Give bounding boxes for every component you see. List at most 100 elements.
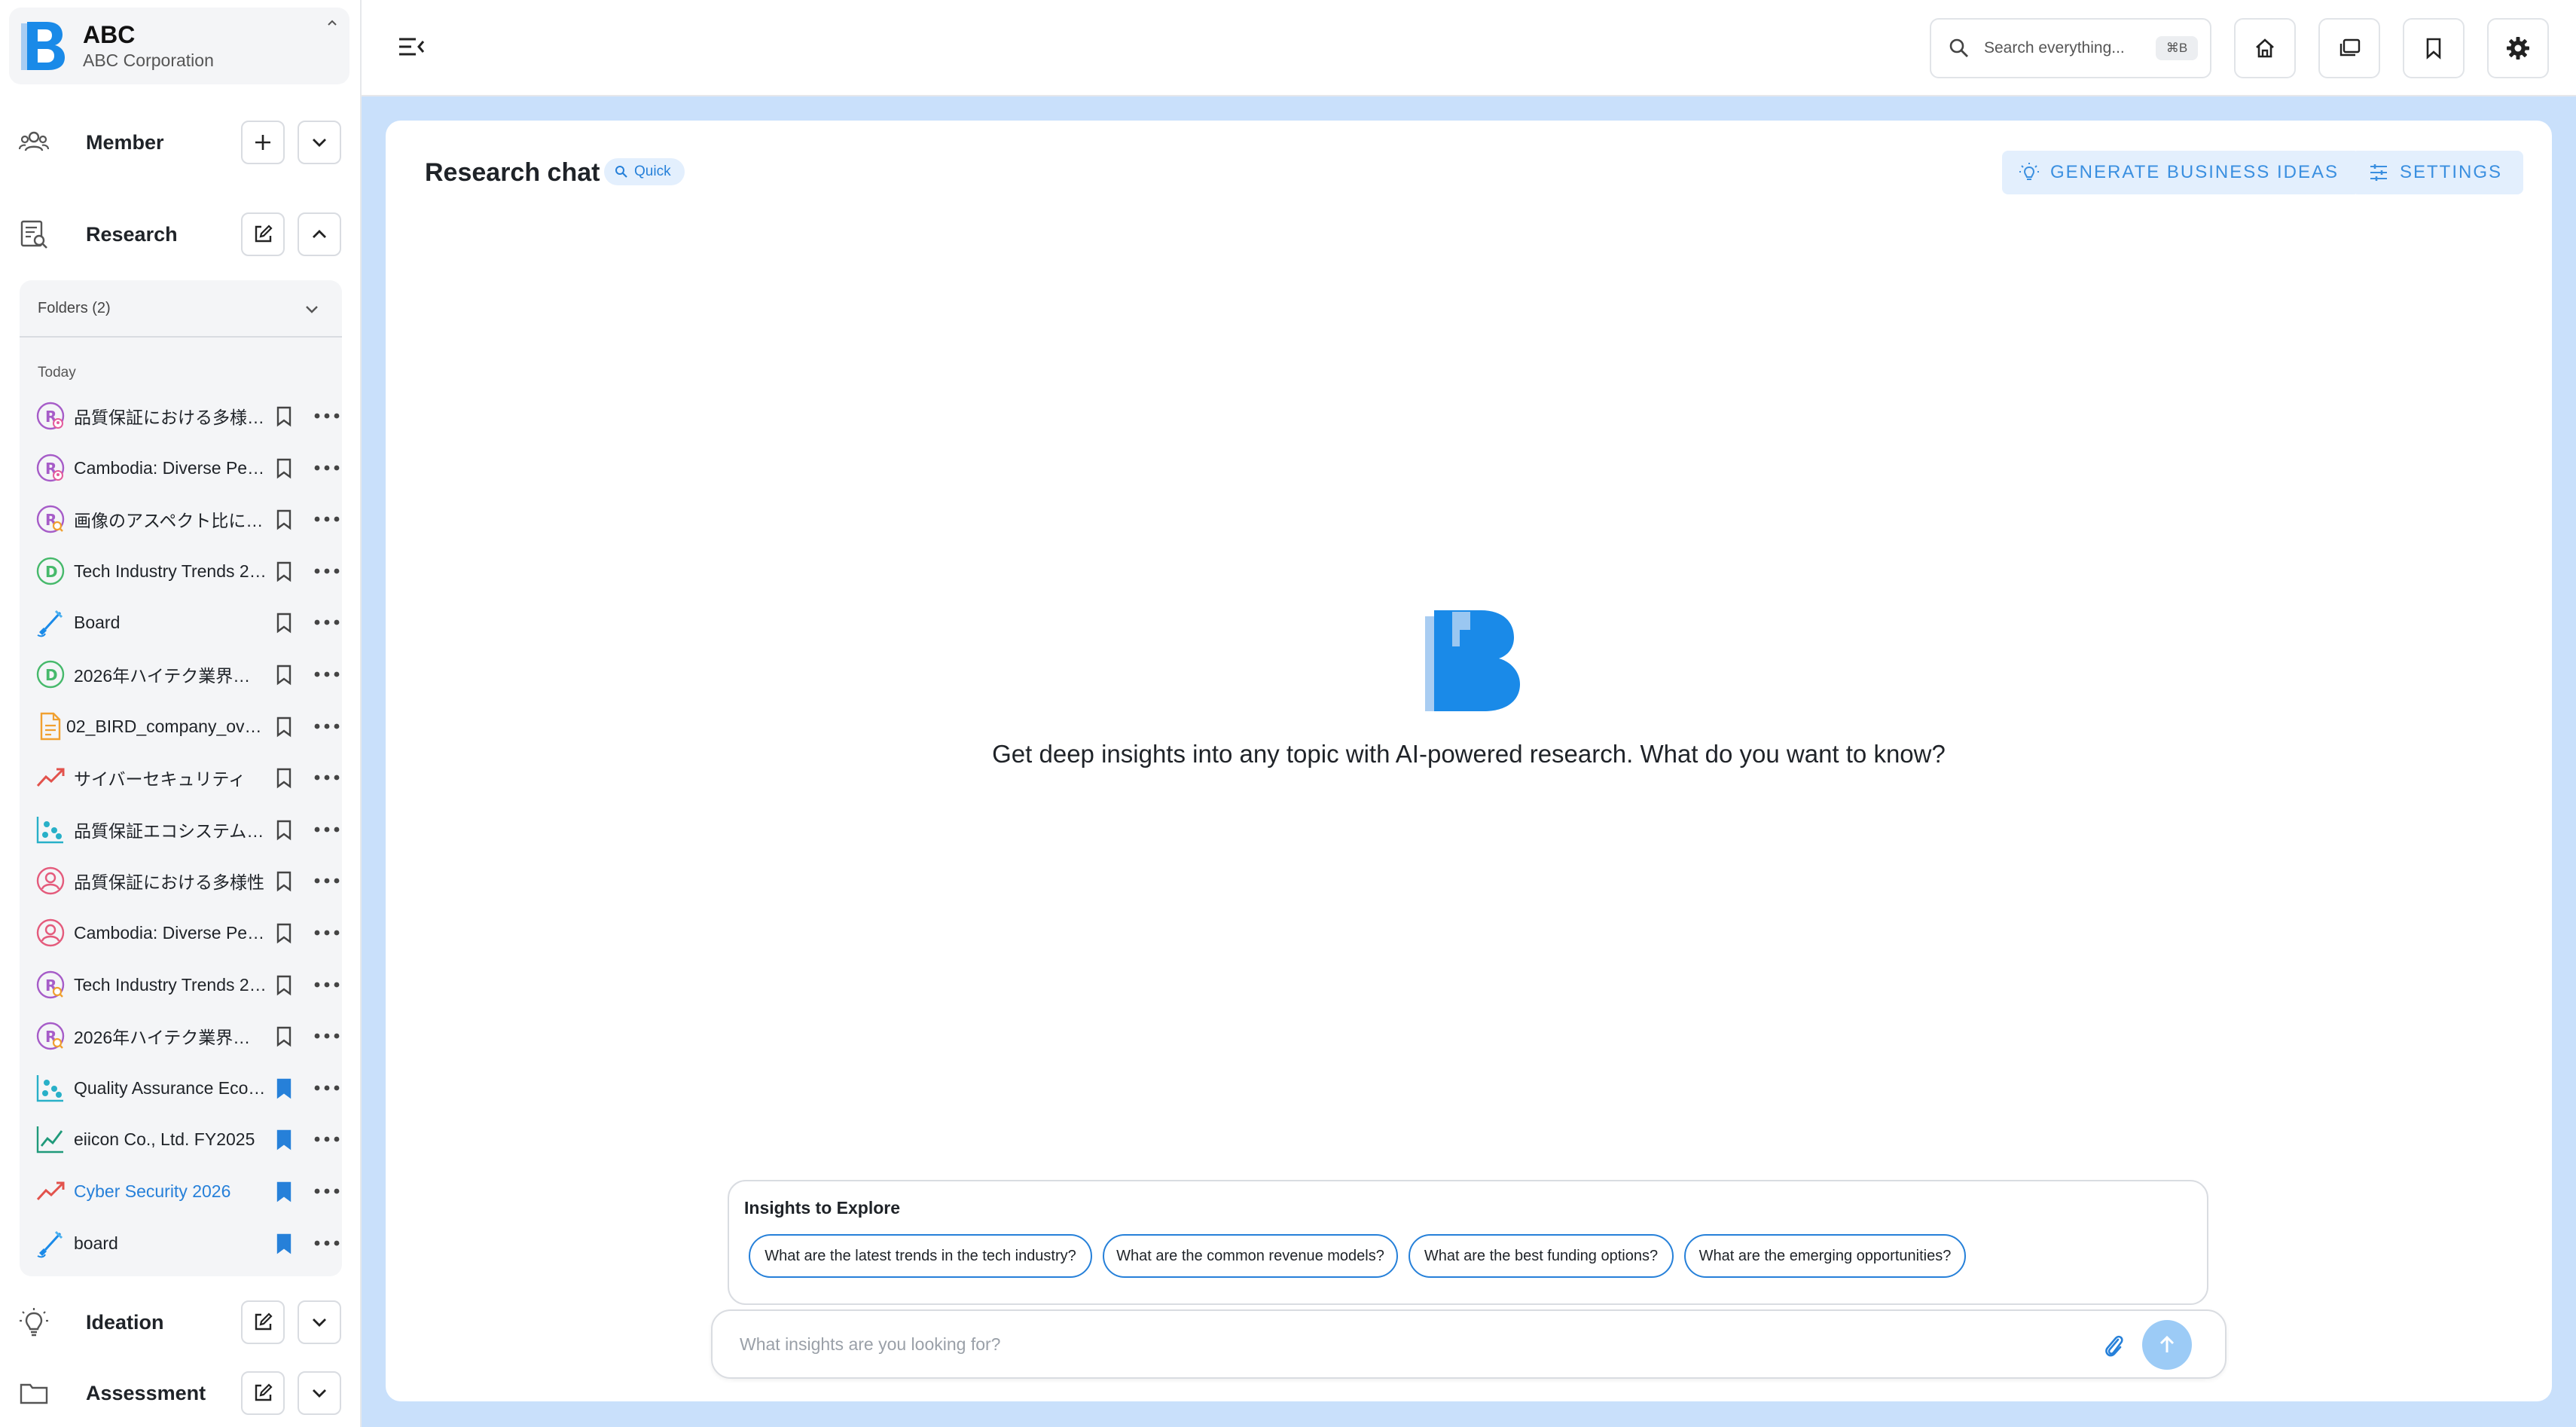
list-item-label: 2026年ハイテク業界動向 xyxy=(74,1028,267,1047)
list-item[interactable]: R 品質保証における多様性と包摂性 xyxy=(20,390,342,442)
deep-research-icon: D xyxy=(36,557,65,585)
org-subtitle: ABC Corporation xyxy=(83,50,214,70)
suggestion-chip[interactable]: What are the common revenue models? xyxy=(1103,1234,1398,1278)
more-options-icon[interactable] xyxy=(312,1028,342,1044)
settings-label: SETTINGS xyxy=(2400,162,2503,182)
more-options-icon[interactable] xyxy=(312,408,342,423)
global-search[interactable]: Search everything... ⌘B xyxy=(1930,18,2211,78)
more-options-icon[interactable] xyxy=(312,925,342,940)
list-item[interactable]: Cyber Security 2026 xyxy=(20,1166,342,1217)
more-options-icon[interactable] xyxy=(312,770,342,785)
list-item[interactable]: R Tech Industry Trends 2026 xyxy=(20,959,342,1010)
collapse-research-button[interactable] xyxy=(298,212,341,256)
more-options-icon[interactable] xyxy=(312,667,342,682)
suggestion-chip[interactable]: What are the emerging opportunities? xyxy=(1684,1234,1966,1278)
bookmark-icon[interactable] xyxy=(273,508,295,530)
bookmark-filled-icon[interactable] xyxy=(273,1232,295,1254)
more-options-icon[interactable] xyxy=(312,1236,342,1251)
section-assessment[interactable]: Assessment xyxy=(0,1361,360,1425)
bookmark-icon[interactable] xyxy=(273,921,295,944)
settings-gear-button[interactable] xyxy=(2487,18,2549,78)
list-item-label: サイバーセキュリティ xyxy=(74,769,246,789)
section-member-label: Member xyxy=(86,130,164,154)
hero-text: Get deep insights into any topic with AI… xyxy=(992,740,1946,768)
more-options-icon[interactable] xyxy=(312,1080,342,1095)
list-item-label: 品質保証における多様性 xyxy=(74,872,264,892)
more-options-icon[interactable] xyxy=(312,873,342,888)
list-item[interactable]: eiicon Co., Ltd. FY2025 xyxy=(20,1114,342,1165)
new-assessment-button[interactable] xyxy=(241,1371,285,1415)
list-item[interactable]: board xyxy=(20,1218,342,1269)
bookmark-filled-icon[interactable] xyxy=(273,1180,295,1202)
list-item[interactable]: R 画像のアスペクト比について xyxy=(20,493,342,545)
chat-composer xyxy=(711,1309,2227,1379)
expand-ideation-button[interactable] xyxy=(298,1300,341,1344)
more-options-icon[interactable] xyxy=(312,1184,342,1199)
more-options-icon[interactable] xyxy=(312,1132,342,1147)
gear-icon xyxy=(2507,37,2529,60)
page-title: Research chat xyxy=(425,158,600,187)
bookmark-icon[interactable] xyxy=(273,715,295,738)
bookmark-icon[interactable] xyxy=(273,457,295,479)
collections-button[interactable] xyxy=(2318,18,2380,78)
bookmark-icon[interactable] xyxy=(273,973,295,996)
sliders-icon xyxy=(2370,164,2387,181)
document-icon xyxy=(40,712,61,741)
bookmark-icon[interactable] xyxy=(273,1025,295,1047)
list-item[interactable]: 品質保証における多様性 xyxy=(20,855,342,906)
more-options-icon[interactable] xyxy=(312,977,342,992)
bookmark-filled-icon[interactable] xyxy=(273,1128,295,1150)
settings-button[interactable]: SETTINGS xyxy=(2352,151,2524,194)
new-research-button[interactable] xyxy=(241,212,285,256)
add-member-button[interactable] xyxy=(241,121,285,164)
list-item[interactable]: R Cambodia: Diverse Perspectives xyxy=(20,442,342,493)
new-ideation-button[interactable] xyxy=(241,1300,285,1344)
board-icon xyxy=(37,1230,63,1258)
bookmark-icon[interactable] xyxy=(273,869,295,892)
bookmark-filled-icon[interactable] xyxy=(273,1077,295,1099)
section-research[interactable]: Research xyxy=(0,202,360,267)
more-options-icon[interactable] xyxy=(312,719,342,734)
more-options-icon[interactable] xyxy=(312,512,342,527)
list-item[interactable]: Quality Assurance Ecosystem xyxy=(20,1062,342,1114)
bookmark-icon[interactable] xyxy=(273,766,295,789)
chat-input[interactable] xyxy=(740,1329,1975,1359)
section-member[interactable]: Member xyxy=(0,110,360,175)
expand-member-button[interactable] xyxy=(298,121,341,164)
bookmark-icon[interactable] xyxy=(273,405,295,427)
more-options-icon[interactable] xyxy=(312,822,342,837)
more-options-icon[interactable] xyxy=(312,615,342,630)
folders-label: Folders (2) xyxy=(38,299,111,316)
plus-icon xyxy=(255,135,270,150)
list-item[interactable]: D Tech Industry Trends 2026 xyxy=(20,545,342,597)
paperclip-icon[interactable] xyxy=(2100,1331,2127,1361)
more-options-icon[interactable] xyxy=(312,564,342,579)
folders-toggle[interactable]: Folders (2) xyxy=(20,280,342,338)
home-button[interactable] xyxy=(2234,18,2296,78)
bookmark-icon[interactable] xyxy=(273,611,295,634)
mode-badge[interactable]: Quick xyxy=(604,158,685,185)
list-item[interactable]: Board xyxy=(20,597,342,648)
bookmark-icon[interactable] xyxy=(273,818,295,841)
bookmarks-button[interactable] xyxy=(2403,18,2465,78)
org-switcher[interactable]: ABC ABC Corporation xyxy=(9,8,349,84)
list-item[interactable]: サイバーセキュリティ xyxy=(20,752,342,803)
more-options-icon[interactable] xyxy=(312,460,342,475)
suggestion-chip[interactable]: What are the latest trends in the tech i… xyxy=(749,1234,1092,1278)
collapse-sidebar-icon[interactable] xyxy=(396,33,426,60)
send-button[interactable] xyxy=(2142,1320,2192,1370)
suggestion-chip[interactable]: What are the best funding options? xyxy=(1409,1234,1674,1278)
list-item[interactable]: R 2026年ハイテク業界動向 xyxy=(20,1010,342,1062)
generate-business-ideas-button[interactable]: GENERATE BUSINESS IDEAS xyxy=(2002,151,2360,194)
list-item-label: board xyxy=(74,1233,118,1253)
list-item[interactable]: 02_BIRD_company_overview xyxy=(20,701,342,752)
mode-badge-label: Quick xyxy=(634,163,671,179)
expand-assessment-button[interactable] xyxy=(298,1371,341,1415)
list-item[interactable]: 品質保証エコシステム分析 xyxy=(20,804,342,855)
research-persona-icon: R xyxy=(36,454,65,482)
section-ideation[interactable]: Ideation xyxy=(0,1290,360,1355)
bookmark-icon[interactable] xyxy=(273,663,295,686)
bookmark-icon[interactable] xyxy=(273,560,295,582)
list-item[interactable]: Cambodia: Diverse Perspectives xyxy=(20,907,342,958)
list-item[interactable]: D 2026年ハイテク業界動向 xyxy=(20,649,342,700)
